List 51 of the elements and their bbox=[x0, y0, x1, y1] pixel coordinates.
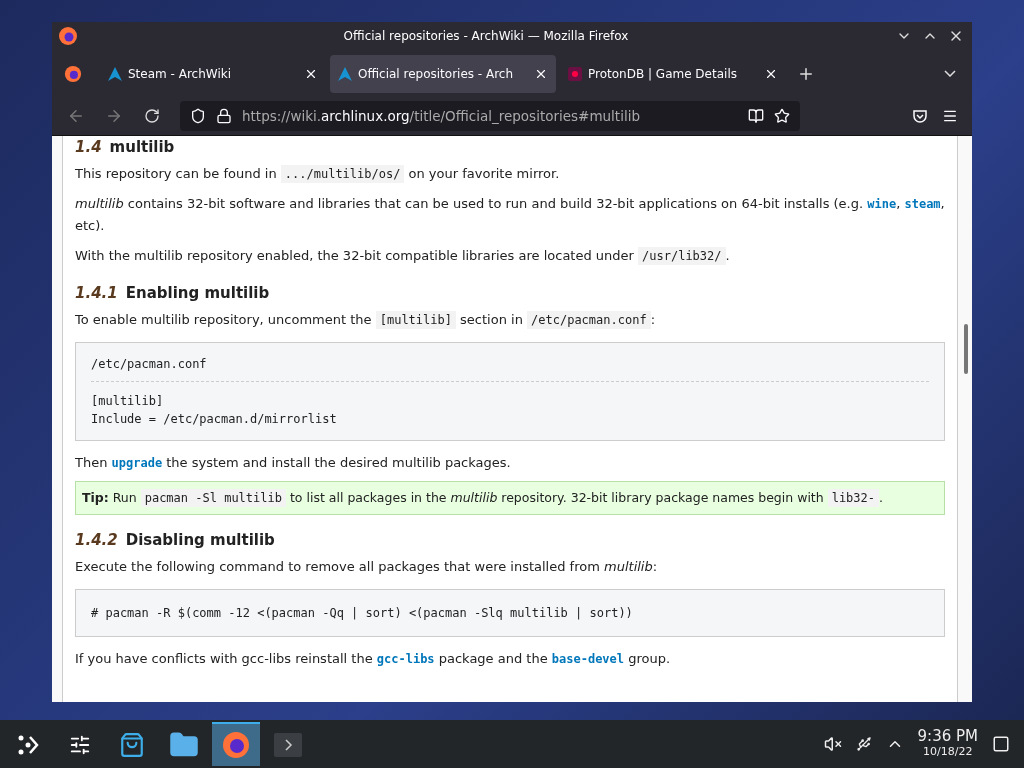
wiki-link[interactable]: base-devel bbox=[551, 652, 625, 666]
window-title: Official repositories - ArchWiki — Mozilla Firefox bbox=[342, 29, 630, 43]
wiki-link[interactable]: steam bbox=[904, 197, 941, 211]
reader-view-icon[interactable] bbox=[748, 108, 764, 124]
reload-icon bbox=[144, 108, 160, 124]
shopping-bag-icon bbox=[119, 732, 145, 758]
url-text: https://wiki.archlinux.org/title/Official_repositories#multilib bbox=[242, 108, 641, 124]
paragraph: With the multilib repository enabled, the 32-bit compatible libraries are located under /usr/lib32/ . bbox=[75, 246, 731, 267]
tab-label: ProtonDB | Game Details bbox=[588, 66, 738, 81]
chevron-down-icon bbox=[944, 70, 956, 77]
paragraph: Then upgrade the system and install the desired multilib packages. bbox=[75, 454, 512, 472]
arch-logo-icon bbox=[338, 66, 352, 81]
paragraph: To enable multilib repository, uncomment the [multilib] section in /etc/pacman.conf : bbox=[75, 310, 656, 331]
show-desktop-icon[interactable] bbox=[992, 735, 1010, 753]
tab-label: Steam - ArchWiki bbox=[128, 66, 232, 81]
shield-icon[interactable] bbox=[190, 108, 206, 124]
sliders-icon bbox=[69, 734, 91, 756]
paragraph: Execute the following command to remove all packages that were installed from multilib: bbox=[75, 558, 659, 576]
section-heading: 1.4.1 Enabling multilib bbox=[75, 284, 271, 302]
lock-icon[interactable] bbox=[216, 108, 232, 124]
wiki-link[interactable]: upgrade bbox=[111, 456, 163, 470]
browser-tab[interactable]: Official repositories - Arch bbox=[330, 54, 556, 93]
clock[interactable]: 9:36 PM 10/18/22 bbox=[917, 729, 978, 759]
menu-icon[interactable] bbox=[942, 108, 958, 124]
wiki-link[interactable]: gcc-libs bbox=[376, 652, 435, 666]
browser-tab[interactable]: ProtonDB | Game Details bbox=[560, 54, 786, 93]
paragraph: This repository can be found in .../multilib/os/ on your favorite mirror. bbox=[75, 164, 561, 185]
usb-icon[interactable] bbox=[855, 736, 872, 752]
section-heading: 1.4 multilib bbox=[75, 138, 176, 156]
terminal-icon bbox=[273, 730, 303, 760]
file-name: /etc/pacman.conf bbox=[91, 357, 929, 382]
forward-arrow-icon bbox=[105, 107, 123, 125]
square-logo-icon bbox=[568, 66, 582, 81]
launcher-icon bbox=[16, 733, 40, 757]
firefox-icon bbox=[58, 26, 78, 46]
tip-note: Tip: Run pacman -Sl multilib to list all packages in the multilib repository. 32-bit library package names begin with lib32- . bbox=[75, 481, 945, 515]
paragraph: If you have conflicts with gcc-libs reinstall the gcc-libs package and the base-devel group. bbox=[75, 650, 672, 668]
muted-speaker-icon[interactable] bbox=[823, 735, 842, 753]
firefox-icon bbox=[221, 730, 251, 760]
star-icon[interactable] bbox=[774, 108, 790, 124]
code-line: [multilib] bbox=[91, 393, 165, 410]
firefox-icon[interactable] bbox=[64, 64, 82, 83]
tab-label: Official repositories - Arch bbox=[358, 66, 515, 81]
address-bar[interactable]: https://wiki.archlinux.org/title/Official_repositories#multilib bbox=[180, 101, 800, 131]
pocket-icon[interactable] bbox=[912, 108, 928, 124]
arch-logo-icon bbox=[108, 66, 122, 81]
paragraph: multilib contains 32-bit software and libraries that can be used to run and build 32-bit applications on 64-bit installs (e.g. wine, steam, etc). bbox=[75, 195, 945, 235]
browser-tab[interactable]: Steam - ArchWiki bbox=[100, 54, 326, 93]
section-heading: 1.4.2 Disabling multilib bbox=[75, 531, 276, 549]
code-line: Include = /etc/pacman.d/mirrorlist bbox=[91, 411, 338, 428]
code-line: # pacman -R $(comm -12 <(pacman -Qq | sort) <(pacman -Slq multilib | sort)) bbox=[91, 605, 634, 622]
